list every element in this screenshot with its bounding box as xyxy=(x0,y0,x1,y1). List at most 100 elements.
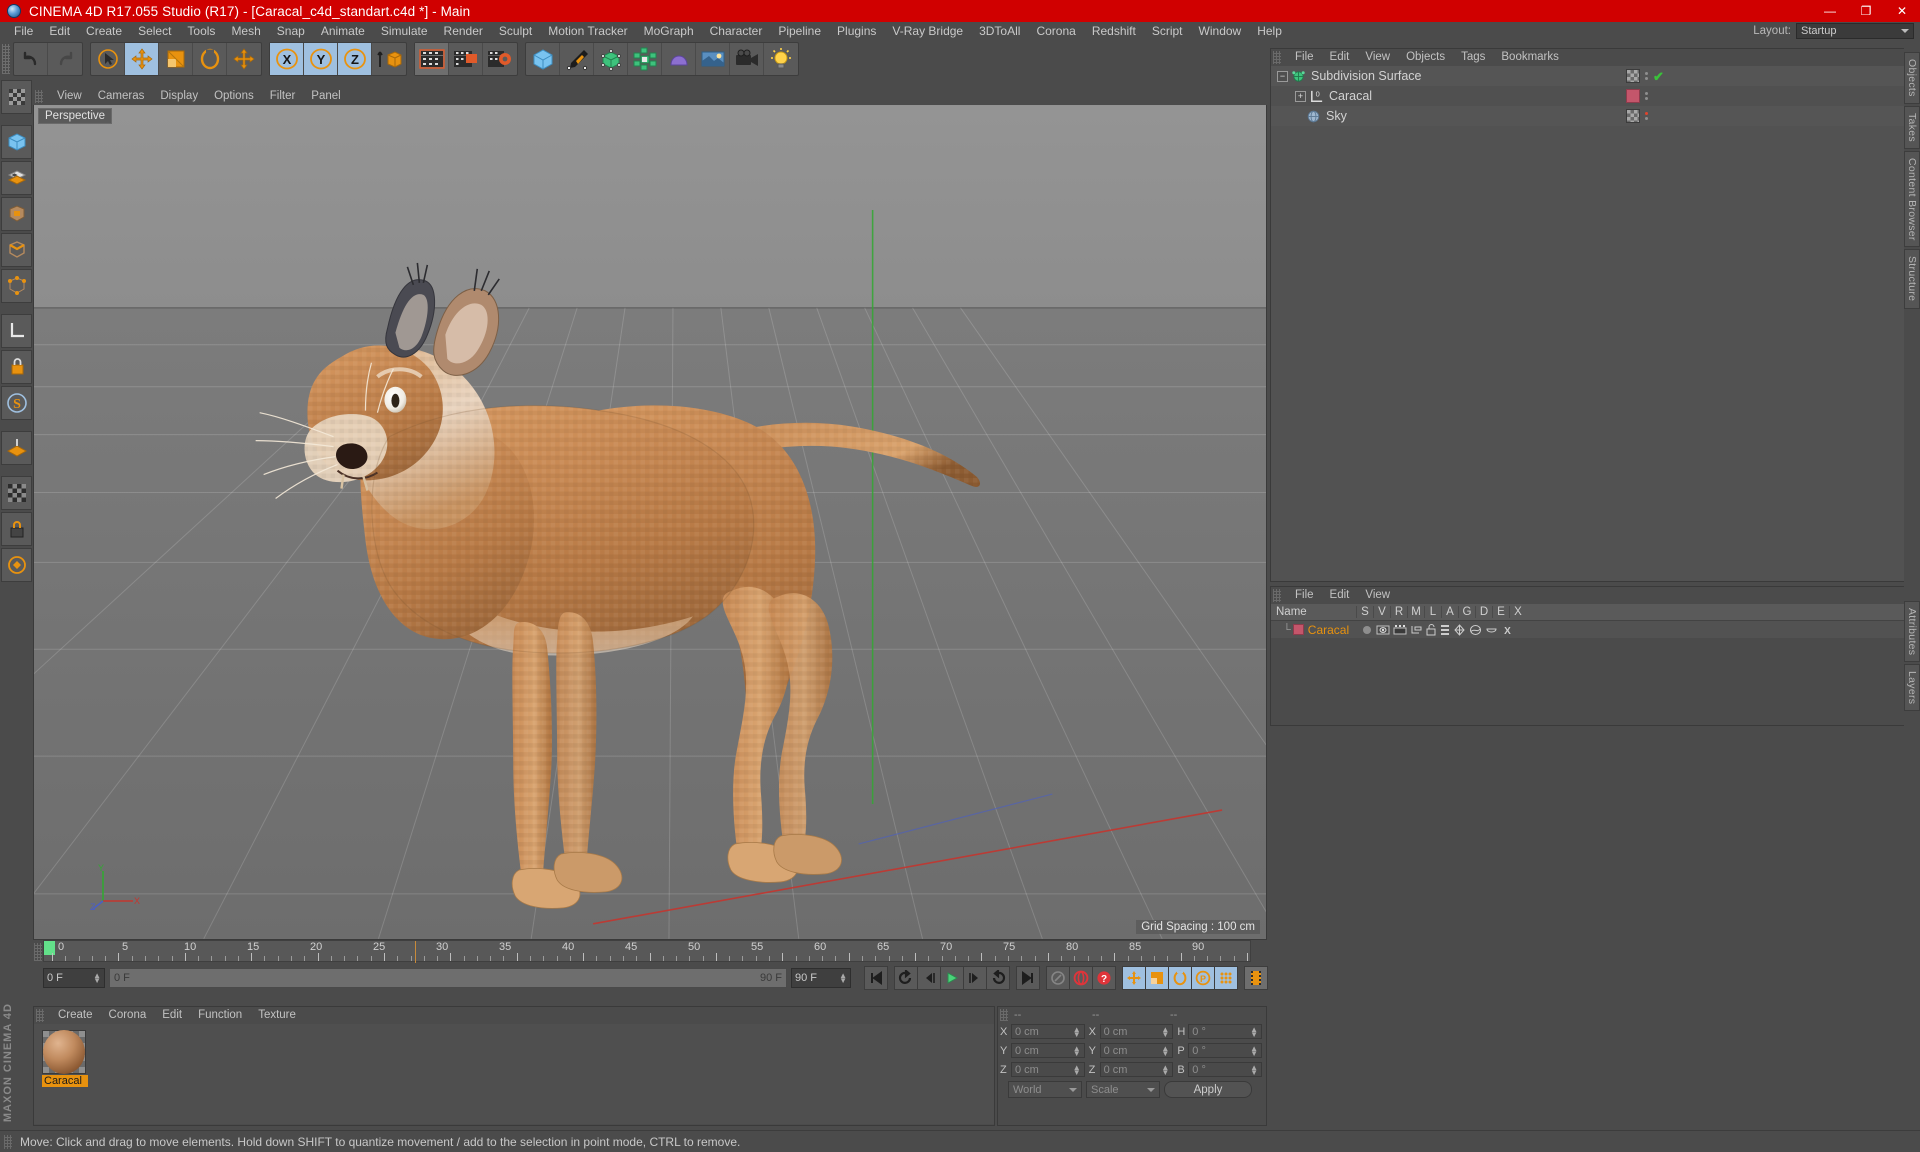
menu-sculpt[interactable]: Sculpt xyxy=(491,22,540,40)
size-mode-dropdown[interactable]: Scale xyxy=(1086,1081,1160,1098)
point-mode-button[interactable] xyxy=(1,269,32,303)
autokeying-button[interactable] xyxy=(1069,966,1093,990)
previous-frame-button[interactable] xyxy=(917,966,941,990)
visibility-dots[interactable] xyxy=(1645,72,1648,80)
scale-tool-button[interactable] xyxy=(159,43,193,75)
material-tag-icon[interactable] xyxy=(1626,89,1640,103)
add-nurbs-button[interactable] xyxy=(594,43,628,75)
undo-button[interactable] xyxy=(14,43,48,75)
enabled-check-icon[interactable]: ✔ xyxy=(1653,70,1664,83)
toolbar-grip[interactable] xyxy=(2,44,10,74)
next-frame-button[interactable] xyxy=(963,966,987,990)
object-menu-tags[interactable]: Tags xyxy=(1453,49,1493,66)
add-camera-button[interactable] xyxy=(730,43,764,75)
manager-tree-icon[interactable] xyxy=(1410,624,1422,636)
play-button[interactable] xyxy=(940,966,964,990)
layer-menu-edit[interactable]: Edit xyxy=(1322,587,1358,604)
rotation-key-button[interactable] xyxy=(1168,966,1192,990)
menu-select[interactable]: Select xyxy=(130,22,179,40)
scale-key-button[interactable] xyxy=(1145,966,1169,990)
model-mode-button[interactable] xyxy=(1,125,32,159)
expander-icon[interactable]: − xyxy=(1277,70,1288,82)
stepper-icon-2[interactable]: ▲ ▼ xyxy=(839,972,847,985)
column-l[interactable]: L xyxy=(1424,606,1441,618)
render-settings-button[interactable] xyxy=(483,43,517,75)
column-v[interactable]: V xyxy=(1373,606,1390,618)
tab-layers[interactable]: Layers xyxy=(1904,664,1920,712)
expression-icon[interactable] xyxy=(1485,624,1498,636)
move-tool-button[interactable] xyxy=(125,43,159,75)
viewport-menu-cameras[interactable]: Cameras xyxy=(90,88,153,105)
visibility-dots[interactable] xyxy=(1645,92,1648,100)
column-e[interactable]: E xyxy=(1492,606,1509,618)
menu-mesh[interactable]: Mesh xyxy=(223,22,268,40)
column-m[interactable]: M xyxy=(1407,606,1424,618)
add-light-button[interactable] xyxy=(764,43,798,75)
add-deformer-button[interactable] xyxy=(662,43,696,75)
edge-mode-button[interactable] xyxy=(1,233,32,267)
position-x-field[interactable]: 0 cm ▲ ▼ xyxy=(1010,1024,1085,1039)
record-active-objects-button[interactable] xyxy=(1046,966,1070,990)
menu-render[interactable]: Render xyxy=(436,22,491,40)
viewport-solo-button[interactable] xyxy=(1,476,32,510)
tab-attributes[interactable]: Attributes xyxy=(1904,600,1920,663)
column-r[interactable]: R xyxy=(1390,606,1407,618)
caracal-3d-model[interactable] xyxy=(34,105,1266,939)
menu-mograph[interactable]: MoGraph xyxy=(636,22,702,40)
tab-content-browser[interactable]: Content Browser xyxy=(1904,150,1920,248)
menu-motion-tracker[interactable]: Motion Tracker xyxy=(540,22,635,40)
object-menu-bookmarks[interactable]: Bookmarks xyxy=(1493,49,1567,66)
add-environment-button[interactable] xyxy=(696,43,730,75)
perspective-viewport[interactable]: Perspective Grid Spacing : 100 cm Y X Z xyxy=(33,105,1267,940)
column-a[interactable]: A xyxy=(1441,606,1458,618)
go-to-start-button[interactable] xyxy=(864,966,888,990)
stepper-icon[interactable]: ▲ ▼ xyxy=(1073,1025,1081,1038)
menu-create[interactable]: Create xyxy=(78,22,130,40)
display-tag-icon[interactable] xyxy=(1626,69,1640,83)
stepper-icon[interactable]: ▲ ▼ xyxy=(1161,1063,1169,1076)
material-thumbnail[interactable] xyxy=(42,1030,86,1074)
snap-settings-button[interactable]: S xyxy=(1,386,32,420)
tab-structure[interactable]: Structure xyxy=(1904,249,1920,309)
keyframe-selection-button[interactable]: ? xyxy=(1092,966,1116,990)
viewport-menu-view[interactable]: View xyxy=(49,88,90,105)
workplane-button[interactable] xyxy=(1,431,32,465)
solo-circle-icon[interactable] xyxy=(1361,624,1373,636)
rotate-tool-button[interactable] xyxy=(193,43,227,75)
material-menu-edit[interactable]: Edit xyxy=(154,1007,190,1024)
maximize-button[interactable]: ❐ xyxy=(1848,0,1884,22)
play-backwards-button[interactable] xyxy=(894,966,918,990)
render-to-picture-viewer-button[interactable] xyxy=(449,43,483,75)
texture-mode-button[interactable] xyxy=(1,161,32,195)
menu-window[interactable]: Window xyxy=(1191,22,1250,40)
add-array-button[interactable] xyxy=(628,43,662,75)
enable-axis-button[interactable] xyxy=(1,314,32,348)
tab-takes[interactable]: Takes xyxy=(1904,105,1920,149)
minimize-button[interactable]: — xyxy=(1812,0,1848,22)
object-row-subdivision-surface[interactable]: − Subdivision Surface ✔ xyxy=(1271,66,1909,86)
visibility-dots[interactable] xyxy=(1645,112,1648,120)
column-g[interactable]: G xyxy=(1458,606,1475,618)
stepper-icon[interactable]: ▲ ▼ xyxy=(1250,1025,1258,1038)
size-z-field[interactable]: 0 cm ▲ ▼ xyxy=(1099,1062,1174,1077)
render-view-button[interactable] xyxy=(415,43,449,75)
menu-corona[interactable]: Corona xyxy=(1028,22,1083,40)
stepper-icon[interactable]: ▲ ▼ xyxy=(1161,1025,1169,1038)
size-x-field[interactable]: 0 cm ▲ ▼ xyxy=(1099,1024,1174,1039)
axis-tool-button[interactable] xyxy=(227,43,261,75)
timeline-view-button[interactable] xyxy=(1244,966,1268,990)
viewport-menubar-grip[interactable] xyxy=(35,90,43,103)
material-menu-texture[interactable]: Texture xyxy=(250,1007,304,1024)
menu-character[interactable]: Character xyxy=(702,22,771,40)
viewport-menu-options[interactable]: Options xyxy=(206,88,262,105)
menu-animate[interactable]: Animate xyxy=(313,22,373,40)
preview-end-field[interactable]: 90 F ▲ ▼ xyxy=(791,968,851,988)
current-frame-marker[interactable] xyxy=(44,941,55,955)
apply-button[interactable]: Apply xyxy=(1164,1081,1252,1098)
expander-icon[interactable]: + xyxy=(1295,90,1306,102)
layer-manager-grip[interactable] xyxy=(1273,589,1281,602)
play-forward-loop-button[interactable] xyxy=(986,966,1010,990)
material-menu-corona[interactable]: Corona xyxy=(101,1007,155,1024)
quantize-button[interactable] xyxy=(1,548,32,582)
coordinate-system-dropdown[interactable]: World xyxy=(1008,1081,1082,1098)
